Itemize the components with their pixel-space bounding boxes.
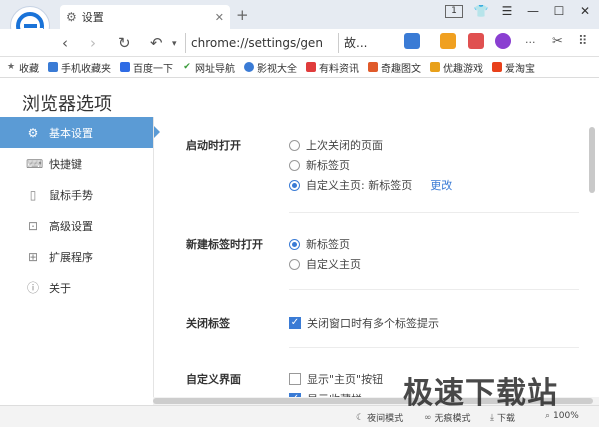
custom-home-button-checkbox[interactable]: 显示"主页"按钮 <box>289 371 383 387</box>
video-icon <box>244 62 254 72</box>
star-icon: ★ <box>6 62 16 72</box>
radio-button[interactable] <box>289 258 300 270</box>
site-shortcut[interactable]: 故... <box>338 33 393 53</box>
bookmark-item[interactable]: 手机收藏夹 <box>48 60 111 75</box>
sidebar-item-advanced[interactable]: ⊡ 高级设置 <box>0 210 153 241</box>
scrollbar-thumb[interactable] <box>589 127 595 193</box>
window-controls: 1 👕 ☰ — ☐ ✕ <box>445 4 593 18</box>
radio-button-selected[interactable] <box>289 238 300 250</box>
tab-settings[interactable]: ⚙ 设置 ✕ <box>60 5 230 29</box>
url-input[interactable]: chrome://settings/gen <box>185 33 333 53</box>
bookmark-item[interactable]: 奇趣图文 <box>368 60 421 75</box>
divider <box>289 347 579 348</box>
undo-icon[interactable]: ↶ <box>150 34 163 52</box>
baidu-icon <box>120 62 130 72</box>
radio-button[interactable] <box>289 159 300 171</box>
bookmark-item[interactable]: 有料资讯 <box>306 60 359 75</box>
keyboard-icon: ⌨ <box>26 156 44 171</box>
game-icon[interactable] <box>495 33 511 49</box>
gear-icon: ⚙ <box>66 10 77 24</box>
news-icon <box>306 62 316 72</box>
gear-icon: ⚙ <box>27 125 39 140</box>
forward-icon[interactable]: › <box>90 34 96 52</box>
mouse-icon: ▯ <box>29 187 37 202</box>
sidebar-item-extensions[interactable]: ⊞ 扩展程序 <box>0 241 153 272</box>
newtab-option-new-tab[interactable]: 新标签页 <box>289 236 350 252</box>
checkbox[interactable] <box>289 373 301 385</box>
image-icon <box>368 62 378 72</box>
incognito-button[interactable]: ∞ 无痕模式 <box>424 411 471 425</box>
startup-option-last-pages[interactable]: 上次关闭的页面 <box>289 137 383 153</box>
sidebar-item-shortcuts[interactable]: ⌨ 快捷键 <box>0 148 153 179</box>
maximize-button[interactable]: ☐ <box>551 4 567 18</box>
sidebar-item-basic[interactable]: ⚙ 基本设置 <box>0 117 160 148</box>
watermark: 极速下载站 <box>403 376 558 411</box>
address-bar: ‹ › ↻ ↶ ▾ chrome://settings/gen 故... ···… <box>0 29 599 57</box>
shirt-icon[interactable]: 👕 <box>473 4 489 18</box>
phone-icon <box>48 62 58 72</box>
title-bar: ⚙ 设置 ✕ + 1 👕 ☰ — ☐ ✕ <box>0 0 599 46</box>
video-icon[interactable] <box>468 33 484 49</box>
tab-count-badge[interactable]: 1 <box>445 4 463 18</box>
chevron-down-icon[interactable]: ▾ <box>172 39 177 49</box>
moon-icon: ☾ <box>356 412 365 423</box>
startup-option-custom-home[interactable]: 自定义主页: 新标签页 更改 <box>289 177 452 193</box>
newtab-option-custom-home[interactable]: 自定义主页 <box>289 256 361 272</box>
game-icon <box>430 62 440 72</box>
menu-icon[interactable]: ☰ <box>499 4 515 18</box>
section-label-custom-ui: 自定义界面 <box>186 373 241 386</box>
startup-option-new-tab[interactable]: 新标签页 <box>289 157 350 173</box>
grid-icon[interactable]: ⠿ <box>578 34 588 49</box>
page-title: 浏览器选项 <box>22 94 112 115</box>
settings-content: 启动时打开 上次关闭的页面 新标签页 自定义主页: 新标签页 更改 新建标签时打… <box>153 117 599 405</box>
refresh-icon[interactable]: ↻ <box>118 34 131 52</box>
divider <box>289 289 579 290</box>
advanced-icon: ⊡ <box>27 218 39 233</box>
bookmark-item[interactable]: 百度一下 <box>120 60 173 75</box>
zoom-icon: ⌕ <box>545 411 551 421</box>
taobao-icon <box>492 62 502 72</box>
scissors-icon[interactable]: ✂ <box>552 34 563 49</box>
bookmark-item[interactable]: 爱淘宝 <box>492 60 535 75</box>
zoom-level[interactable]: ⌕ 100% <box>545 411 579 421</box>
section-label-startup: 启动时打开 <box>186 139 241 152</box>
divider <box>289 212 579 213</box>
download-button[interactable]: ⤓ 下载 <box>490 411 515 425</box>
minimize-button[interactable]: — <box>525 4 541 18</box>
bookmark-favorites[interactable]: ★ 收藏 <box>6 60 39 75</box>
change-link[interactable]: 更改 <box>430 177 452 193</box>
glasses-icon: ∞ <box>424 412 432 423</box>
bookmarks-bar: ★ 收藏 手机收藏夹 百度一下 ✔ 网址导航 影视大全 有料资讯 奇趣图文 优趣游戏… <box>0 57 599 78</box>
radio-button[interactable] <box>289 139 300 151</box>
section-label-new-tab: 新建标签时打开 <box>186 238 263 251</box>
info-icon: ⓘ <box>26 281 39 295</box>
section-label-close-tab: 关闭标签 <box>186 317 230 330</box>
sidebar-item-mouse-gestures[interactable]: ▯ 鼠标手势 <box>0 179 153 210</box>
check-icon: ✔ <box>183 62 191 72</box>
bookmark-item[interactable]: ✔ 网址导航 <box>182 60 235 75</box>
tab-title: 设置 <box>81 11 104 24</box>
gem-icon[interactable] <box>440 33 456 49</box>
more-icon[interactable]: ··· <box>525 36 536 49</box>
bookmark-item[interactable]: 影视大全 <box>244 60 297 75</box>
settings-sidebar: ⚙ 基本设置 ⌨ 快捷键 ▯ 鼠标手势 ⊡ 高级设置 ⊞ 扩展程序 ⓘ 关于 <box>0 117 160 405</box>
bookmark-item[interactable]: 优趣游戏 <box>430 60 483 75</box>
apps-icon[interactable] <box>404 33 420 49</box>
night-mode-button[interactable]: ☾ 夜间模式 <box>356 411 403 425</box>
vertical-scrollbar[interactable] <box>589 127 595 397</box>
download-icon: ⤓ <box>490 412 494 423</box>
extension-icon: ⊞ <box>27 249 39 264</box>
radio-button-selected[interactable] <box>289 179 300 191</box>
new-tab-button[interactable]: + <box>236 6 249 24</box>
sidebar-item-about[interactable]: ⓘ 关于 <box>0 272 153 303</box>
close-tab-icon[interactable]: ✕ <box>215 11 224 24</box>
checkbox-checked[interactable]: ✓ <box>289 317 301 329</box>
closetab-warn-checkbox[interactable]: ✓ 关闭窗口时有多个标签提示 <box>289 315 439 331</box>
close-window-button[interactable]: ✕ <box>577 4 593 18</box>
back-icon[interactable]: ‹ <box>62 34 68 52</box>
